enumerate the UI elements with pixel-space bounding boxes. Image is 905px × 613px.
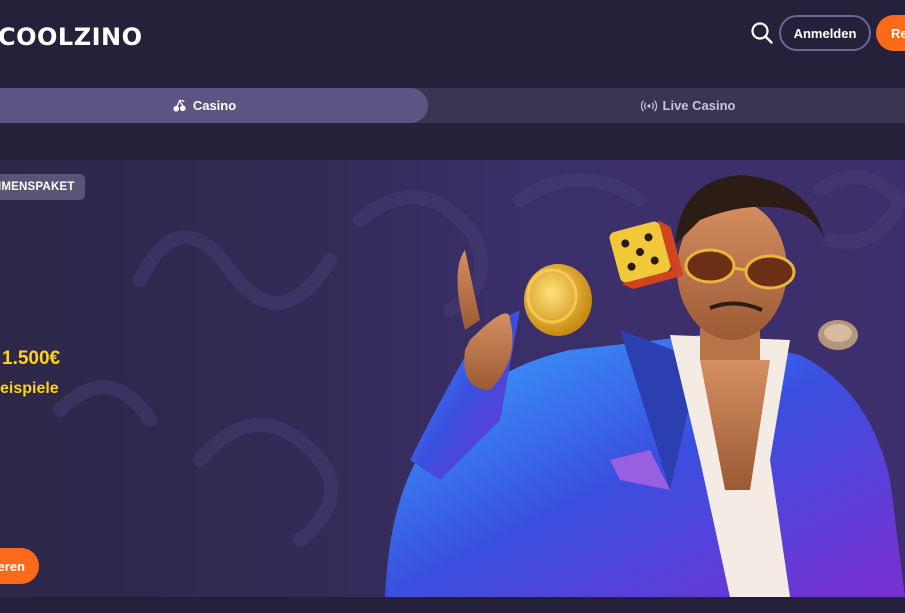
tab-live-casino-label: Live Casino — [662, 98, 736, 113]
bonus-amount: 1.500€ — [2, 348, 61, 369]
promo-banner[interactable]: IMENSPAKET 1.500€ eispiele eren — [0, 160, 905, 597]
brand-logo[interactable]: COOLZINO — [0, 23, 143, 51]
cherries-icon — [173, 99, 186, 112]
promo-illustration — [385, 175, 905, 597]
category-tabs: Casino Live Casino — [0, 88, 905, 123]
tab-casino[interactable]: Casino — [0, 88, 428, 123]
bottom-strip — [0, 597, 905, 613]
claim-bonus-button[interactable]: eren — [0, 548, 39, 584]
free-spins-text: eispiele — [0, 380, 59, 397]
welcome-package-badge: IMENSPAKET — [0, 174, 85, 200]
login-button[interactable]: Anmelden — [779, 15, 871, 51]
register-button[interactable]: Re — [876, 15, 905, 51]
top-header: COOLZINO Anmelden Re — [0, 0, 905, 76]
broadcast-icon — [640, 99, 657, 112]
tab-live-casino[interactable]: Live Casino — [428, 88, 905, 123]
tab-casino-label: Casino — [192, 98, 237, 113]
search-button[interactable] — [748, 19, 776, 47]
search-icon — [751, 22, 773, 44]
